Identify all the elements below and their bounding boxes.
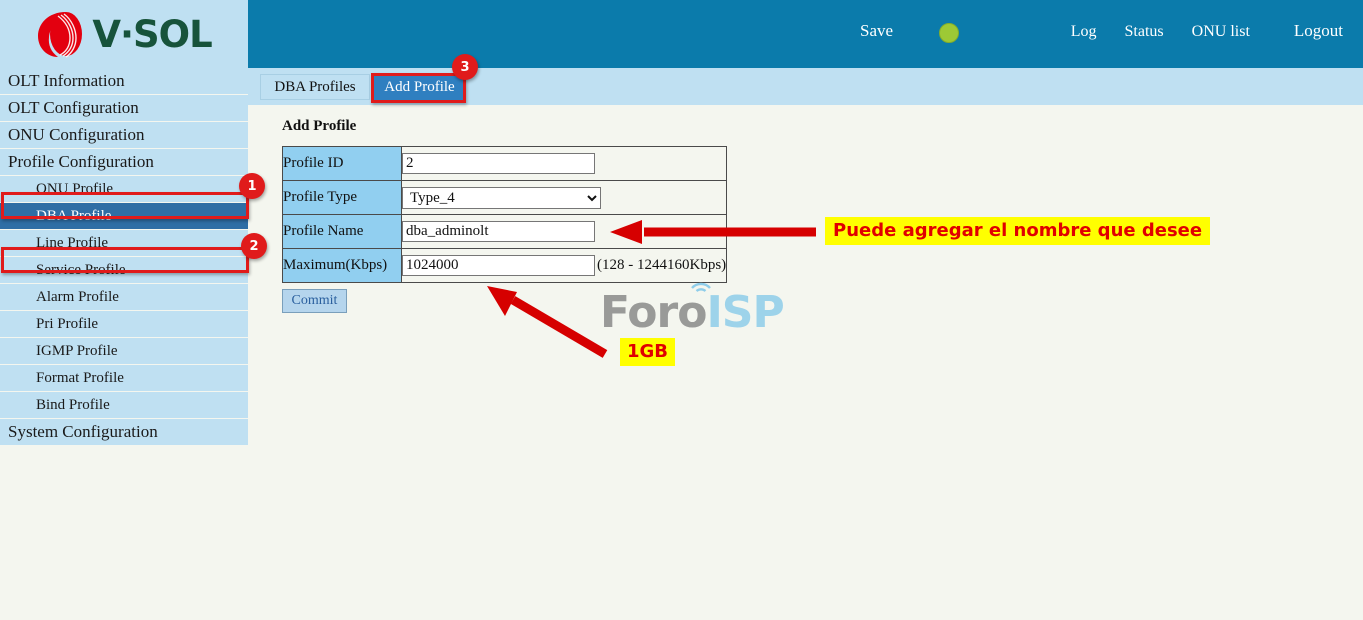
tab-label: DBA Profiles <box>274 78 356 95</box>
profile-id-cell <box>400 146 728 181</box>
watermark-isp: ISP <box>706 287 784 338</box>
page-title: Add Profile <box>282 118 357 134</box>
sidebar-item-label: ONU Profile <box>36 180 114 197</box>
tab-label: Add Profile <box>384 78 455 95</box>
step-badge-2: 2 <box>241 233 267 259</box>
sidebar-item-line-profile[interactable]: Line Profile <box>0 230 248 256</box>
wifi-antenna-icon <box>688 277 714 297</box>
sidebar-item-label: DBA Profile <box>36 207 112 224</box>
table-row: Profile Name <box>282 214 728 249</box>
sidebar-item-label: Line Profile <box>36 234 109 251</box>
brand-logo: V·SOL <box>0 0 248 68</box>
sidebar-item-label: System Configuration <box>8 422 158 441</box>
sidebar-item-dba-profile[interactable]: DBA Profile <box>0 203 248 229</box>
sidebar-item-label: ONU Configuration <box>8 125 145 144</box>
sidebar-nav: OLT Information OLT Configuration ONU Co… <box>0 68 248 446</box>
annotation-commit: 1GB <box>620 338 676 366</box>
sidebar-item-label: OLT Information <box>8 71 125 90</box>
table-row: Maximum(Kbps) (128 - 1244160Kbps) <box>282 248 728 283</box>
tab-dba-profiles[interactable]: DBA Profiles <box>260 74 370 100</box>
sidebar-item-label: Service Profile <box>36 261 126 278</box>
sidebar-item-label: Pri Profile <box>36 315 99 332</box>
sidebar-item-system-configuration[interactable]: System Configuration <box>0 419 248 445</box>
header-link-log[interactable]: Log <box>1057 23 1111 41</box>
header-link-status[interactable]: Status <box>1111 23 1178 41</box>
profile-type-select[interactable]: Type_4 <box>402 186 601 209</box>
sidebar-item-olt-configuration[interactable]: OLT Configuration <box>0 95 248 121</box>
vsol-leaf-logo-icon <box>36 8 86 60</box>
sidebar-item-service-profile[interactable]: Service Profile <box>0 257 248 283</box>
sidebar-item-label: Profile Configuration <box>8 152 154 171</box>
top-header-bar: Save Log Status ONU list Logout <box>248 0 1363 68</box>
maximum-range-hint: (128 - 1244160Kbps) <box>597 257 727 273</box>
maximum-input[interactable] <box>402 255 595 276</box>
sidebar-item-pri-profile[interactable]: Pri Profile <box>0 311 248 337</box>
profile-name-label: Profile Name <box>282 214 402 249</box>
profile-name-cell <box>400 214 728 249</box>
sidebar-item-format-profile[interactable]: Format Profile <box>0 365 248 391</box>
sidebar-item-label: OLT Configuration <box>8 98 139 117</box>
maximum-cell: (128 - 1244160Kbps) <box>400 248 728 283</box>
profile-type-label: Profile Type <box>282 180 402 215</box>
maximum-label: Maximum(Kbps) <box>282 248 402 283</box>
sidebar-item-bind-profile[interactable]: Bind Profile <box>0 392 248 418</box>
profile-type-cell: Type_4 <box>400 180 728 215</box>
table-row: Profile ID <box>282 146 728 181</box>
profile-id-label: Profile ID <box>282 146 402 181</box>
annotation-profile-name: Puede agregar el nombre que desee <box>825 217 1211 245</box>
commit-button[interactable]: Commit <box>282 289 347 313</box>
logout-button[interactable]: Logout <box>1264 21 1343 41</box>
browser-page: V·SOL Save Log Status ONU list Logout OL… <box>0 0 1363 620</box>
status-dot-icon <box>939 23 959 43</box>
brand-name: V·SOL <box>92 12 212 56</box>
sidebar-item-label: Alarm Profile <box>36 288 119 305</box>
tab-add-profile[interactable]: Add Profile <box>373 74 466 100</box>
step-badge-1: 1 <box>239 173 265 199</box>
save-button[interactable]: Save <box>860 21 893 41</box>
sidebar-item-olt-information[interactable]: OLT Information <box>0 68 248 94</box>
sidebar-item-label: Bind Profile <box>36 396 110 413</box>
table-row: Profile Type Type_4 <box>282 180 728 215</box>
add-profile-form: Profile ID Profile Type Type_4 Profile N… <box>282 146 728 283</box>
sidebar-item-alarm-profile[interactable]: Alarm Profile <box>0 284 248 310</box>
sidebar-item-igmp-profile[interactable]: IGMP Profile <box>0 338 248 364</box>
tab-strip: DBA Profiles Add Profile <box>248 68 1363 105</box>
sidebar-item-label: IGMP Profile <box>36 342 118 359</box>
sidebar-item-onu-profile[interactable]: ONU Profile <box>0 176 248 202</box>
sidebar-item-profile-configuration[interactable]: Profile Configuration <box>0 149 248 175</box>
main-content: Add Profile Profile ID Profile Type Type… <box>248 105 1363 620</box>
sidebar-item-onu-configuration[interactable]: ONU Configuration <box>0 122 248 148</box>
sidebar-item-label: Format Profile <box>36 369 124 386</box>
header-link-onu-list[interactable]: ONU list <box>1178 23 1264 41</box>
header-links: Log Status ONU list Logout <box>1057 21 1343 41</box>
step-badge-3: 3 <box>452 54 478 80</box>
profile-name-input[interactable] <box>402 221 595 242</box>
profile-id-input[interactable] <box>402 153 595 174</box>
